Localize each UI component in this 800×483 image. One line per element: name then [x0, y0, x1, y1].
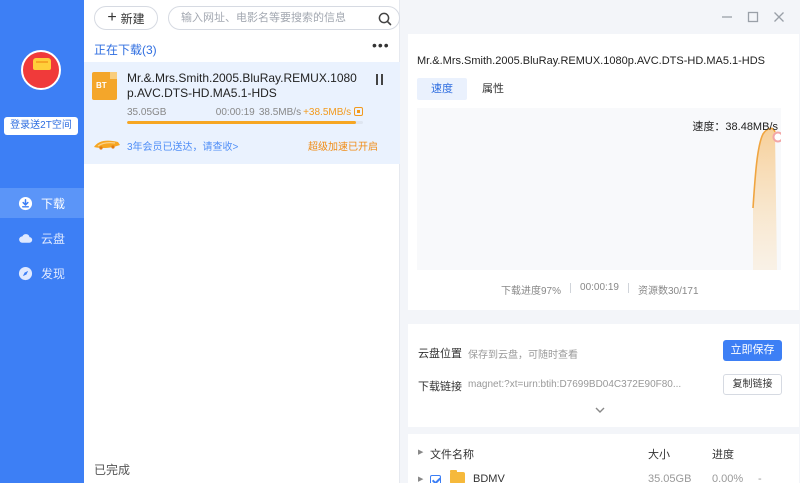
task-progress-fill [127, 121, 356, 124]
column-header-name[interactable]: 文件名称 [430, 446, 474, 462]
speed-card: Mr.&.Mrs.Smith.2005.BluRay.REMUX.1080p.A… [408, 34, 799, 310]
caret-right-icon[interactable]: ▶ [418, 448, 423, 456]
sidebar-item-label: 云盘 [41, 231, 66, 246]
caret-right-icon[interactable]: ▶ [418, 475, 423, 483]
sidebar-item-download[interactable]: 下载 [0, 188, 84, 218]
task-progress-bar [127, 121, 363, 124]
task-size: 35.05GB [127, 107, 167, 118]
speed-chart: 速度：38.48MB/s [417, 108, 781, 270]
column-header-progress[interactable]: 进度 [712, 446, 734, 462]
plus-icon: + [107, 9, 117, 26]
login-promo-button[interactable]: 登录送2T空间 [4, 117, 78, 135]
task-footer: 3年会员已送达，请查收> 超级加速已开启 [92, 135, 392, 155]
chevron-down-icon[interactable] [594, 406, 606, 414]
file-checkbox[interactable] [430, 475, 441, 483]
search-box [168, 6, 400, 30]
detail-panel: Mr.&.Mrs.Smith.2005.BluRay.REMUX.1080p.A… [400, 0, 800, 483]
task-boost-speed: +38.5MB/s [303, 107, 352, 118]
file-size: 35.05GB [648, 473, 692, 483]
task-list-panel: + 新建 正在下载(3) ••• BT Mr.&.Mrs.Smith.2005.… [84, 0, 400, 483]
new-task-button[interactable]: + 新建 [94, 6, 158, 30]
sidebar-item-cloud[interactable]: 云盘 [0, 223, 84, 253]
close-icon[interactable] [772, 10, 786, 24]
tab-speed[interactable]: 速度 [417, 78, 467, 100]
copy-link-button[interactable]: 复制链接 [723, 374, 782, 395]
compass-icon [18, 266, 33, 281]
sidebar: 登录送2T空间 下载 云盘 发现 [0, 0, 84, 483]
completed-section-title[interactable]: 已完成 [94, 461, 130, 478]
stat-sources: 资源数30/171 [637, 286, 699, 297]
search-icon[interactable] [377, 11, 393, 27]
avatar[interactable] [21, 50, 61, 90]
task-eta: 00:00:19 [215, 107, 255, 118]
tab-properties[interactable]: 属性 [476, 78, 510, 100]
file-list-card: ▶ 文件名称 大小 进度 ▶ BDMV 35.05GB 0.00% - [408, 434, 799, 483]
folder-icon [450, 470, 465, 483]
download-link-label: 下载链接 [418, 381, 462, 393]
current-speed-label: 速度：38.48MB/s [692, 121, 778, 133]
boost-status: 超级加速已开启 [308, 142, 378, 153]
bt-file-icon: BT [92, 72, 117, 100]
download-icon [18, 196, 33, 211]
sidebar-item-label: 下载 [41, 196, 66, 211]
sidebar-item-label: 发现 [41, 266, 66, 281]
file-progress: 0.00% [712, 473, 744, 483]
stat-progress: 下载进度97% [501, 286, 562, 297]
task-meta: 35.05GB 00:00:19 38.5MB/s +38.5MB/s [127, 107, 363, 118]
speed-area [753, 128, 777, 270]
minimize-icon[interactable] [720, 10, 734, 24]
download-task-item[interactable]: BT Mr.&.Mrs.Smith.2005.BluRay.REMUX.1080… [84, 62, 400, 164]
search-input[interactable] [181, 10, 371, 26]
more-options-icon[interactable]: ••• [372, 37, 390, 53]
task-name: Mr.&.Mrs.Smith.2005.BluRay.REMUX.1080p.A… [127, 71, 357, 100]
download-link-value[interactable]: magnet:?xt=urn:btih:D7699BD04C372E90F80.… [468, 379, 681, 390]
downloading-section-title[interactable]: 正在下载(3) [94, 41, 157, 58]
maximize-icon[interactable] [746, 10, 760, 24]
divider [570, 283, 572, 293]
cloud-icon [18, 231, 33, 246]
cloud-location-label: 云盘位置 [418, 348, 462, 360]
task-speed: 38.5MB/s [258, 107, 302, 118]
new-task-label: 新建 [120, 11, 145, 26]
file-extra: - [758, 473, 762, 483]
boost-icon [354, 107, 363, 116]
file-name: BDMV [473, 473, 505, 483]
vip-message-link[interactable]: 3年会员已送达，请查收> [127, 138, 238, 153]
cloud-link-card: 云盘位置 保存到云盘，可随时查看 立即保存 下载链接 magnet:?xt=ur… [408, 324, 799, 427]
column-header-size[interactable]: 大小 [648, 446, 670, 462]
pause-icon[interactable] [375, 74, 385, 86]
download-stats: 下载进度97% 00:00:19 资源数30/171 [501, 282, 699, 297]
cloud-location-value: 保存到云盘，可随时查看 [468, 350, 578, 361]
detail-title: Mr.&.Mrs.Smith.2005.BluRay.REMUX.1080p.A… [417, 55, 766, 67]
save-now-button[interactable]: 立即保存 [723, 340, 782, 361]
crown-icon [33, 58, 51, 70]
rocket-car-icon [94, 140, 120, 150]
divider [627, 283, 629, 293]
stat-time: 00:00:19 [580, 282, 619, 293]
sidebar-item-discover[interactable]: 发现 [0, 258, 84, 288]
